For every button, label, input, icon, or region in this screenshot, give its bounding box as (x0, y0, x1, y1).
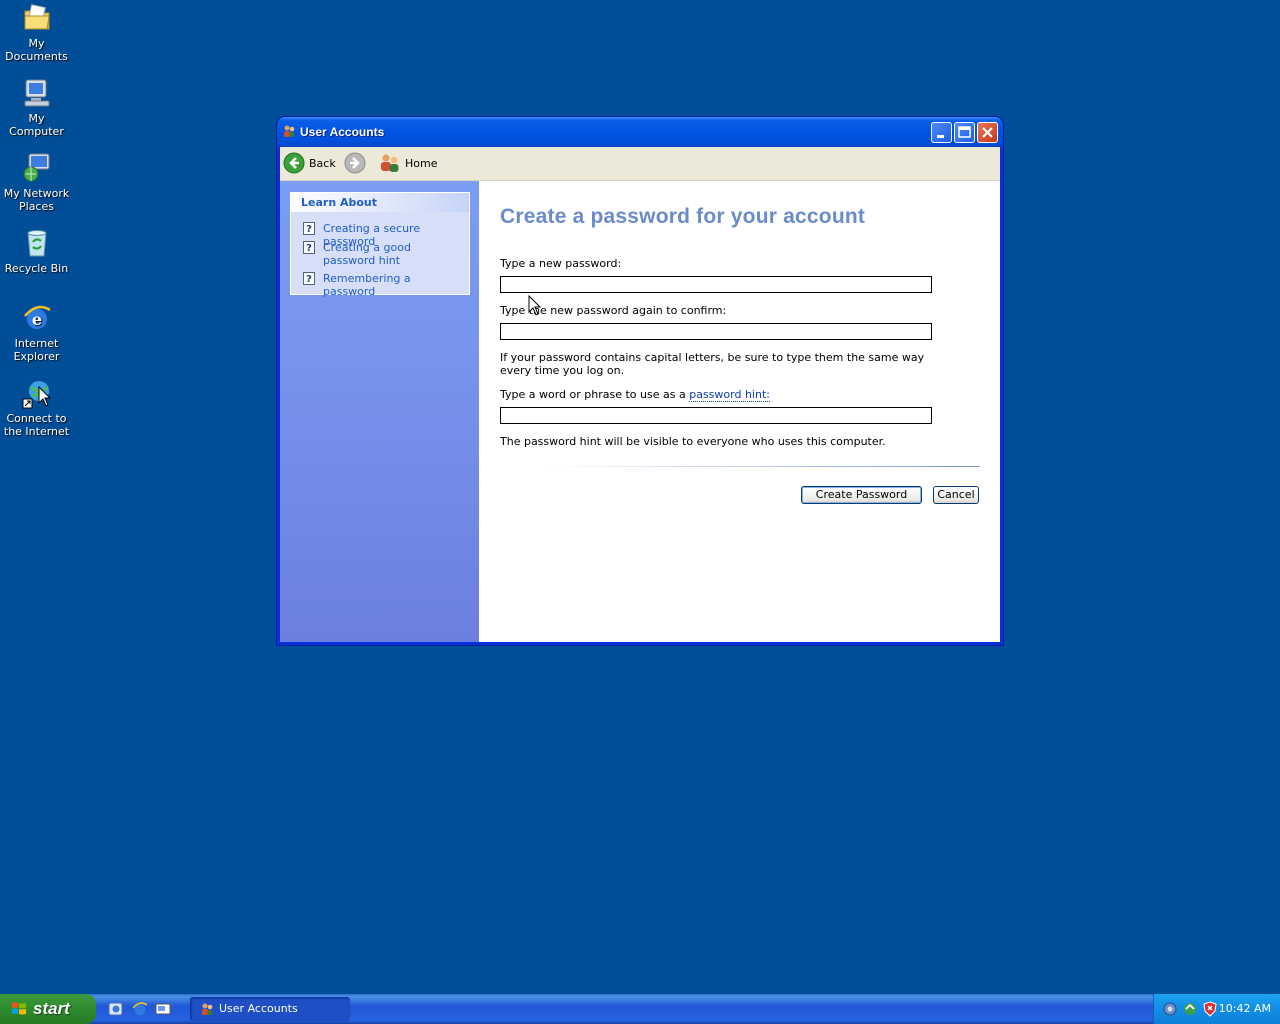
desktop-icon-my-computer[interactable]: My Computer (0, 77, 73, 138)
user-accounts-icon (202, 1003, 213, 1015)
desktop-icon-label: My Documents (5, 37, 68, 63)
desktop-icon-label: Connect to the Internet (3, 412, 70, 438)
cancel-button[interactable]: Cancel (933, 486, 979, 504)
window-title: User Accounts (300, 125, 385, 139)
windows-flag-icon (12, 1002, 26, 1015)
hint-visibility-note: The password hint will be visible to eve… (500, 435, 886, 448)
hint-label-prefix: Type a word or phrase to use as a (500, 388, 686, 401)
desktop-icon-my-network-places[interactable]: My Network Places (0, 152, 73, 213)
maximize-button[interactable] (954, 122, 975, 143)
learn-link-remembering-password[interactable]: ? Remembering a password (303, 272, 463, 298)
password-hint-link[interactable]: password hint: (689, 388, 770, 402)
forward-arrow-icon (344, 152, 366, 174)
maximize-icon (958, 126, 971, 138)
desktop-icon-connect-internet[interactable]: Connect to the Internet (0, 377, 73, 438)
tray-security-shield-icon[interactable] (1202, 1001, 1218, 1017)
new-password-label: Type a new password: (500, 257, 622, 270)
toolbar: Back Home (280, 147, 1000, 181)
back-arrow-icon (283, 152, 305, 174)
create-password-button[interactable]: Create Password (801, 486, 922, 504)
caps-note: If your password contains capital letter… (500, 351, 925, 377)
start-label: start (33, 999, 70, 1018)
quicklaunch-messenger-icon[interactable] (108, 1001, 124, 1017)
learn-link-label: Remembering a password (323, 272, 411, 298)
task-pane: Learn About ? Creating a secure password… (280, 181, 479, 642)
help-question-icon: ? (303, 222, 315, 235)
learn-link-password-hint[interactable]: ? Creating a good password hint (303, 241, 463, 267)
mouse-cursor-icon (528, 295, 542, 316)
system-tray: 10:42 AM (1153, 994, 1280, 1024)
my-documents-icon (24, 4, 50, 30)
desktop-icon-label: Internet Explorer (13, 337, 60, 363)
title-bar[interactable]: User Accounts (277, 117, 1003, 147)
learn-link-label: Creating a good password hint (323, 241, 411, 267)
back-button[interactable]: Back (283, 152, 336, 174)
main-content: Create a password for your account Type … (479, 181, 1000, 642)
start-button[interactable]: start (0, 994, 96, 1024)
desktop-icon-my-documents[interactable]: My Documents (0, 2, 73, 63)
taskbar-item-label: User Accounts (219, 1002, 298, 1015)
new-password-field[interactable] (500, 276, 932, 293)
learn-about-heading: Learn About (291, 193, 469, 212)
back-label: Back (309, 156, 336, 170)
hint-label: Type a word or phrase to use as a passwo… (500, 388, 770, 402)
help-question-icon: ? (303, 272, 315, 285)
connect-internet-icon (22, 381, 51, 409)
window-client: Back Home Learn About ? Creating a secur… (280, 147, 1000, 642)
user-accounts-icon (284, 125, 295, 137)
tray-network-icon[interactable] (1162, 1001, 1178, 1017)
minimize-button[interactable] (931, 122, 952, 143)
home-users-icon (381, 154, 399, 172)
section-divider (545, 466, 980, 467)
home-button[interactable]: Home (379, 152, 437, 174)
taskbar: start User Accounts 10:42 AM (0, 994, 1280, 1024)
help-question-icon: ? (303, 241, 315, 254)
internet-explorer-icon: e (23, 305, 51, 329)
user-accounts-window: User Accounts Back Home Learn About ? Cr… (277, 117, 1003, 645)
desktop-icon-label: Recycle Bin (4, 262, 69, 275)
close-icon (982, 127, 993, 138)
password-hint-field[interactable] (500, 407, 932, 424)
quicklaunch-ie-icon[interactable] (132, 1001, 148, 1017)
learn-about-panel: Learn About ? Creating a secure password… (290, 192, 470, 298)
recycle-bin-icon (26, 230, 47, 257)
minimize-icon (937, 135, 944, 138)
tray-update-icon[interactable] (1182, 1001, 1198, 1017)
quicklaunch-desktop-icon[interactable] (155, 1001, 171, 1017)
network-places-icon (23, 153, 49, 182)
taskbar-clock: 10:42 AM (1218, 1002, 1271, 1015)
svg-text:e: e (31, 310, 41, 329)
home-label: Home (405, 156, 438, 170)
close-button[interactable] (977, 122, 998, 143)
page-title: Create a password for your account (500, 205, 866, 228)
desktop-icon-label: My Network Places (3, 187, 70, 213)
forward-button[interactable] (344, 152, 366, 174)
my-computer-icon (24, 79, 49, 107)
confirm-password-field[interactable] (500, 323, 932, 340)
desktop-icon-label: My Computer (9, 112, 64, 138)
desktop-icon-recycle-bin[interactable]: Recycle Bin (0, 227, 73, 275)
taskbar-item-user-accounts[interactable]: User Accounts (190, 997, 350, 1021)
desktop-icon-internet-explorer[interactable]: e Internet Explorer (0, 302, 73, 363)
